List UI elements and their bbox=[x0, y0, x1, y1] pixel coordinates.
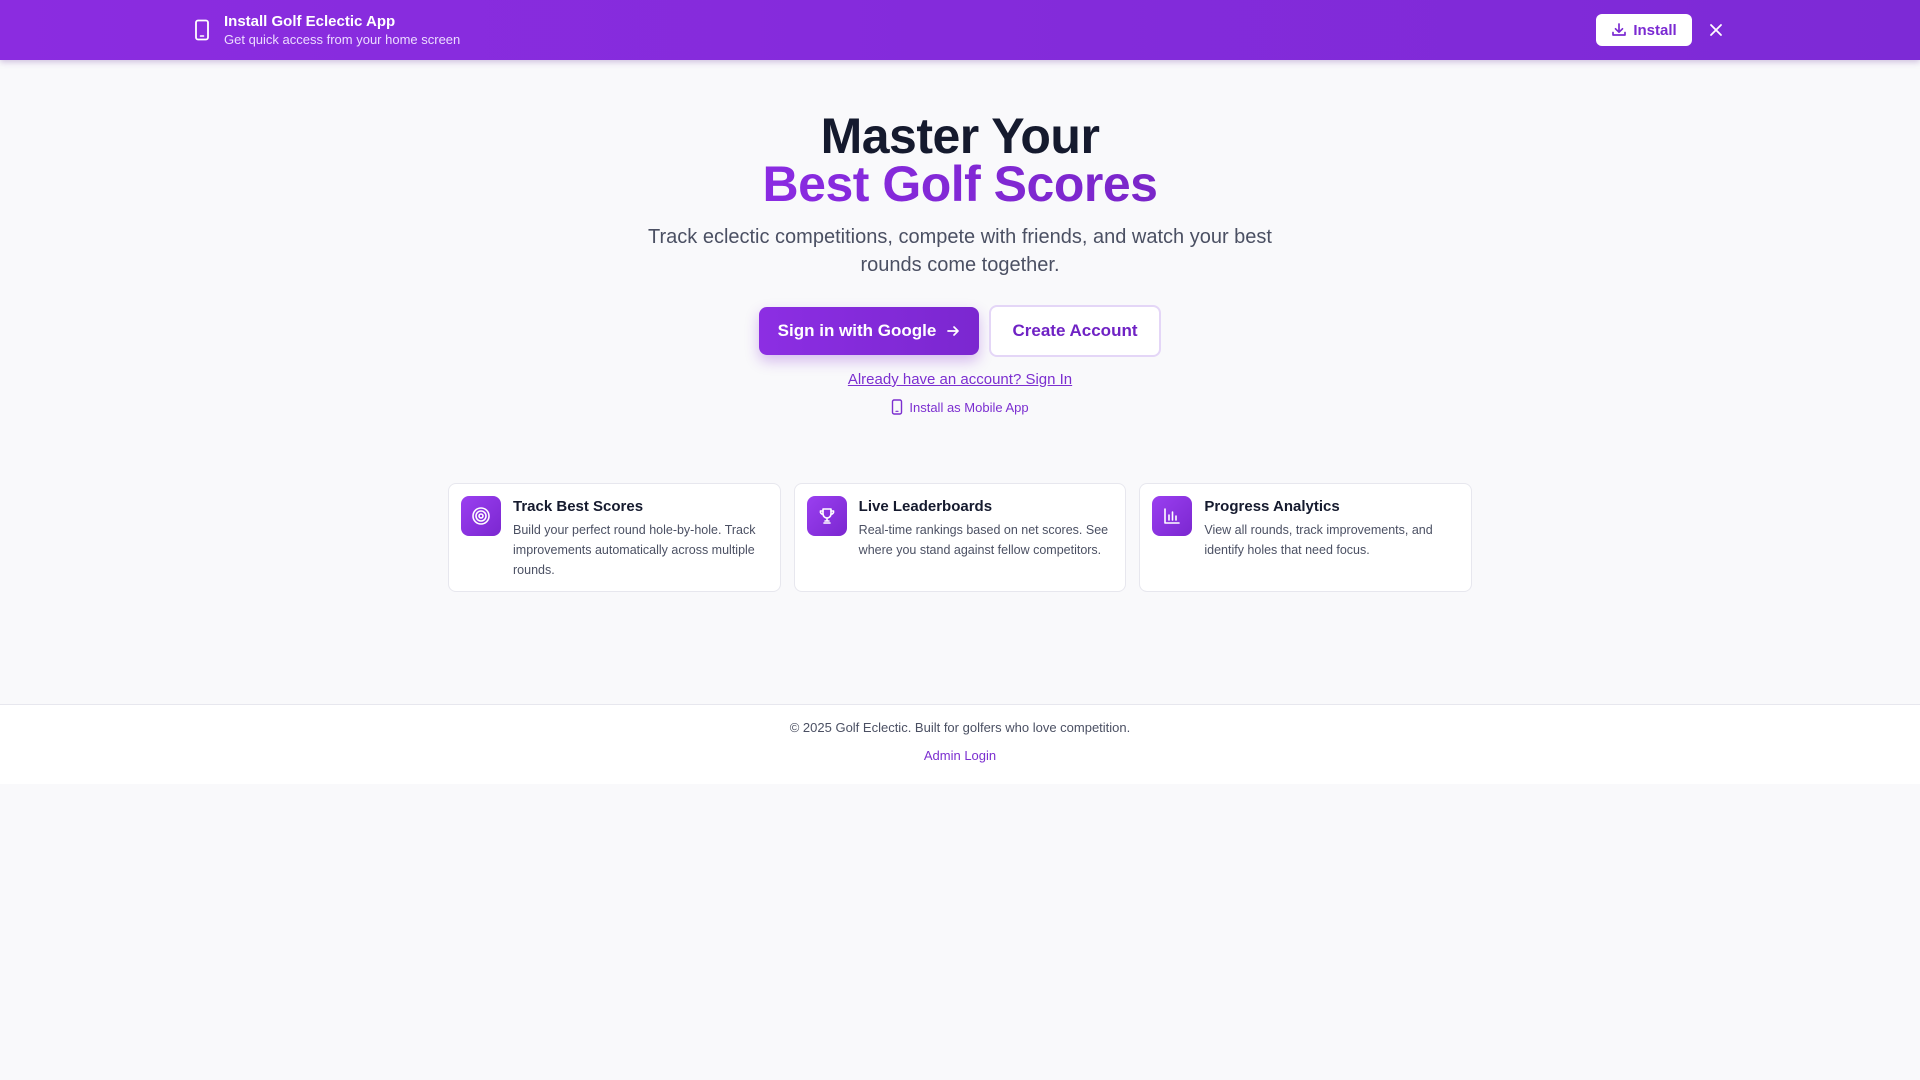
install-banner: Install Golf Eclectic App Get quick acce… bbox=[0, 0, 1920, 60]
hero-title: Master Your Best Golf Scores bbox=[0, 108, 1920, 212]
install-mobile-app-link[interactable]: Install as Mobile App bbox=[0, 399, 1920, 415]
sign-in-link[interactable]: Already have an account? Sign In bbox=[848, 371, 1072, 388]
sign-in-google-button[interactable]: Sign in with Google bbox=[759, 307, 979, 355]
feature-title: Track Best Scores bbox=[513, 498, 644, 515]
hero-section: Master Your Best Golf Scores Track eclec… bbox=[0, 108, 1920, 415]
feature-card-body: Live Leaderboards Real-time rankings bas… bbox=[859, 496, 1114, 579]
smartphone-icon bbox=[891, 399, 903, 415]
feature-title: Live Leaderboards bbox=[858, 498, 993, 515]
feature-description: Build your perfect round hole-by-hole. T… bbox=[513, 523, 756, 577]
install-banner-subtitle: Get quick access from your home screen bbox=[224, 32, 461, 47]
install-banner-text: Install Golf Eclectic App Get quick acce… bbox=[224, 12, 460, 48]
install-banner-actions: Install bbox=[1596, 14, 1728, 46]
feature-card-body: Track Best Scores Build your perfect rou… bbox=[513, 496, 768, 579]
feature-card-progress-analytics: Progress Analytics View all rounds, trac… bbox=[1139, 483, 1473, 592]
install-banner-content: Install Golf Eclectic App Get quick acce… bbox=[192, 0, 1728, 60]
admin-login-link[interactable]: Admin Login bbox=[924, 748, 996, 763]
feature-description: Real-time rankings based on net scores. … bbox=[858, 523, 1109, 557]
download-icon bbox=[1611, 22, 1627, 38]
arrow-right-icon bbox=[946, 324, 960, 338]
hero-title-line2: Best Golf Scores bbox=[762, 156, 1158, 212]
feature-card-body: Progress Analytics View all rounds, trac… bbox=[1204, 496, 1459, 579]
trophy-icon bbox=[806, 496, 847, 536]
hero-title-line1: Master Your bbox=[820, 108, 1100, 164]
install-button[interactable]: Install bbox=[1596, 14, 1692, 46]
sign-in-google-label: Sign in with Google bbox=[777, 321, 937, 340]
features-section: Track Best Scores Build your perfect rou… bbox=[448, 483, 1473, 592]
target-icon bbox=[461, 496, 501, 536]
bar-chart-icon bbox=[1152, 496, 1193, 536]
cta-row: Sign in with Google Create Account bbox=[0, 305, 1920, 357]
install-mobile-app-label: Install as Mobile App bbox=[909, 399, 1029, 415]
feature-title: Progress Analytics bbox=[1204, 498, 1340, 515]
install-banner-title: Install Golf Eclectic App bbox=[224, 13, 396, 30]
feature-card-track-best-scores: Track Best Scores Build your perfect rou… bbox=[448, 483, 781, 592]
footer: © 2025 Golf Eclectic. Built for golfers … bbox=[0, 704, 1920, 784]
footer-copyright: © 2025 Golf Eclectic. Built for golfers … bbox=[789, 720, 1131, 735]
smartphone-icon bbox=[194, 19, 210, 41]
install-button-label: Install bbox=[1633, 21, 1677, 39]
feature-description: View all rounds, track improvements, and… bbox=[1204, 523, 1433, 557]
close-icon[interactable] bbox=[1704, 18, 1728, 42]
hero-subtitle: Track eclectic competitions, compete wit… bbox=[648, 226, 1272, 276]
feature-card-live-leaderboards: Live Leaderboards Real-time rankings bas… bbox=[793, 483, 1127, 592]
create-account-button[interactable]: Create Account bbox=[989, 305, 1161, 357]
